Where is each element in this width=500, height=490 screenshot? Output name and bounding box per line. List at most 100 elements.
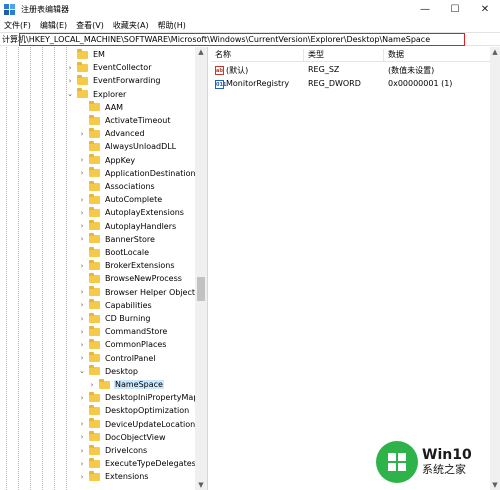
menu-favorites[interactable]: 收藏夹(A) [113, 20, 149, 31]
tree-scroll-thumb[interactable] [197, 277, 205, 301]
tree-item[interactable]: › Capabilities [78, 299, 153, 312]
tree-item-label: BrowseNewProcess [105, 274, 182, 284]
expand-arrow-icon[interactable]: › [78, 130, 86, 138]
tree-item[interactable]: › ApplicationDestinations [78, 167, 201, 180]
expand-arrow-icon[interactable]: › [78, 169, 86, 177]
tree-item[interactable]: › CommandStore [78, 325, 168, 338]
expand-arrow-icon[interactable]: › [88, 381, 96, 389]
tree-item-label: CommonPlaces [105, 340, 167, 350]
tree-item[interactable]: › AppKey [78, 154, 136, 167]
minimize-button[interactable]: — [410, 0, 440, 18]
folder-icon [89, 365, 100, 376]
menu-bar: 文件(F) 编辑(E) 查看(V) 收藏夹(A) 帮助(H) [0, 18, 500, 32]
tree-item[interactable]: › BrokerExtensions [78, 259, 176, 272]
tree-item[interactable]: ⌄ Desktop [78, 365, 139, 378]
tree-item[interactable]: › Extensions [78, 470, 149, 483]
folder-icon [77, 61, 88, 72]
menu-help[interactable]: 帮助(H) [158, 20, 186, 31]
folder-icon [89, 140, 100, 151]
tree-item[interactable]: › ControlPanel [78, 352, 157, 365]
column-data[interactable]: 数据 [388, 49, 404, 60]
tree-item[interactable]: EM [66, 48, 106, 61]
expand-arrow-icon[interactable]: › [78, 301, 86, 309]
expand-arrow-icon[interactable]: › [78, 447, 86, 455]
menu-edit[interactable]: 编辑(E) [40, 20, 67, 31]
expand-arrow-icon[interactable]: › [78, 341, 86, 349]
menu-file[interactable]: 文件(F) [4, 20, 31, 31]
tree-item[interactable]: › DocObjectView [78, 431, 167, 444]
folder-icon [89, 180, 100, 191]
collapse-arrow-icon[interactable]: ⌄ [78, 367, 86, 375]
expand-arrow-icon[interactable]: › [78, 394, 86, 402]
column-name[interactable]: 名称 [215, 49, 231, 60]
tree-item[interactable]: DesktopOptimization [78, 404, 190, 417]
registry-editor-icon [4, 3, 15, 15]
values-scrollbar[interactable]: ▲ ▼ [490, 47, 500, 490]
tree-item-label: DeviceUpdateLocations [105, 419, 200, 429]
scroll-up-arrow-icon[interactable]: ▲ [195, 47, 207, 57]
expand-arrow-icon[interactable]: › [78, 156, 86, 164]
tree-item-label: Capabilities [105, 300, 152, 310]
tree-item[interactable]: BootLocale [78, 246, 150, 259]
expand-arrow-icon[interactable]: › [78, 209, 86, 217]
expand-arrow-icon[interactable]: › [78, 460, 86, 468]
close-button[interactable]: ✕ [470, 0, 500, 18]
tree-item[interactable]: Associations [78, 180, 156, 193]
expand-arrow-icon[interactable]: › [78, 315, 86, 323]
tree-item[interactable]: › ExecuteTypeDelegates [78, 457, 197, 470]
tree-item[interactable]: › DesktopIniPropertyMap [78, 391, 199, 404]
tree-item[interactable]: BrowseNewProcess [78, 272, 183, 285]
tree-item[interactable]: › CommonPlaces [78, 338, 167, 351]
expand-arrow-icon[interactable]: › [78, 420, 86, 428]
collapse-arrow-icon[interactable]: ⌄ [66, 90, 74, 98]
registry-tree[interactable]: EM › EventCollector › EventForwarding ⌄ Explor… [0, 47, 207, 490]
address-bar[interactable]: 计算机\HKEY_LOCAL_MACHINE\SOFTWARE\Microsof… [0, 32, 500, 46]
menu-view[interactable]: 查看(V) [76, 20, 104, 31]
tree-item[interactable]: › EventForwarding [66, 74, 161, 87]
tree-item[interactable]: AlwaysUnloadDLL [78, 140, 177, 153]
folder-icon [89, 352, 100, 363]
tree-item[interactable]: › Browser Helper Objects [78, 286, 200, 299]
tree-item-label: BannerStore [105, 234, 155, 244]
tree-item[interactable]: › Advanced [78, 127, 146, 140]
tree-item[interactable]: ⌄ Explorer [66, 88, 127, 101]
expand-arrow-icon[interactable]: › [66, 77, 74, 85]
tree-scrollbar[interactable]: ▲ ▼ [195, 47, 207, 490]
expand-arrow-icon[interactable]: › [66, 64, 74, 72]
tree-item-label: CD Burning [105, 314, 151, 323]
tree-item[interactable]: › DeviceUpdateLocations [78, 418, 200, 431]
tree-item[interactable]: › NameSpace [88, 378, 164, 391]
value-data: 0x00000001 (1) [388, 79, 453, 88]
maximize-button[interactable]: ☐ [440, 0, 470, 18]
expand-arrow-icon[interactable]: › [78, 196, 86, 204]
scroll-up-arrow-icon[interactable]: ▲ [490, 47, 500, 57]
expand-arrow-icon[interactable]: › [78, 354, 86, 362]
tree-item[interactable]: AAM [78, 101, 124, 114]
value-row[interactable]: ab (默认) REG_SZ (数值未设置) [211, 64, 500, 77]
folder-icon [77, 74, 88, 85]
title-bar: 注册表编辑器 — ☐ ✕ [0, 0, 500, 18]
expand-arrow-icon[interactable]: › [78, 288, 86, 296]
tree-item[interactable]: ActivateTimeout [78, 114, 171, 127]
values-pane[interactable]: 名称 类型 数据 ab (默认) REG_SZ (数值未设置) 011 Moni… [211, 47, 500, 490]
expand-arrow-icon[interactable]: › [78, 473, 86, 481]
value-row[interactable]: 011 MonitorRegistry REG_DWORD 0x00000001… [211, 78, 500, 91]
tree-item[interactable]: › AutoplayExtensions [78, 206, 185, 219]
tree-item[interactable]: › CD Burning [78, 312, 151, 325]
folder-icon [89, 154, 100, 165]
tree-item-label: BrokerExtensions [105, 261, 175, 271]
tree-item[interactable]: › EventCollector [66, 61, 152, 74]
tree-item[interactable]: › BannerStore [78, 233, 156, 246]
expand-arrow-icon[interactable]: › [78, 262, 86, 270]
column-type[interactable]: 类型 [308, 49, 324, 60]
expand-arrow-icon[interactable]: › [78, 433, 86, 441]
scroll-down-arrow-icon[interactable]: ▼ [195, 480, 207, 490]
tree-item[interactable]: › DriveIcons [78, 444, 148, 457]
expand-arrow-icon[interactable]: › [78, 328, 86, 336]
folder-icon [89, 404, 100, 415]
expand-arrow-icon[interactable]: › [78, 235, 86, 243]
expand-arrow-icon[interactable]: › [78, 222, 86, 230]
tree-item[interactable]: › AutoplayHandlers [78, 220, 177, 233]
watermark-title: Win10 [422, 447, 472, 463]
tree-item[interactable]: › AutoComplete [78, 193, 163, 206]
